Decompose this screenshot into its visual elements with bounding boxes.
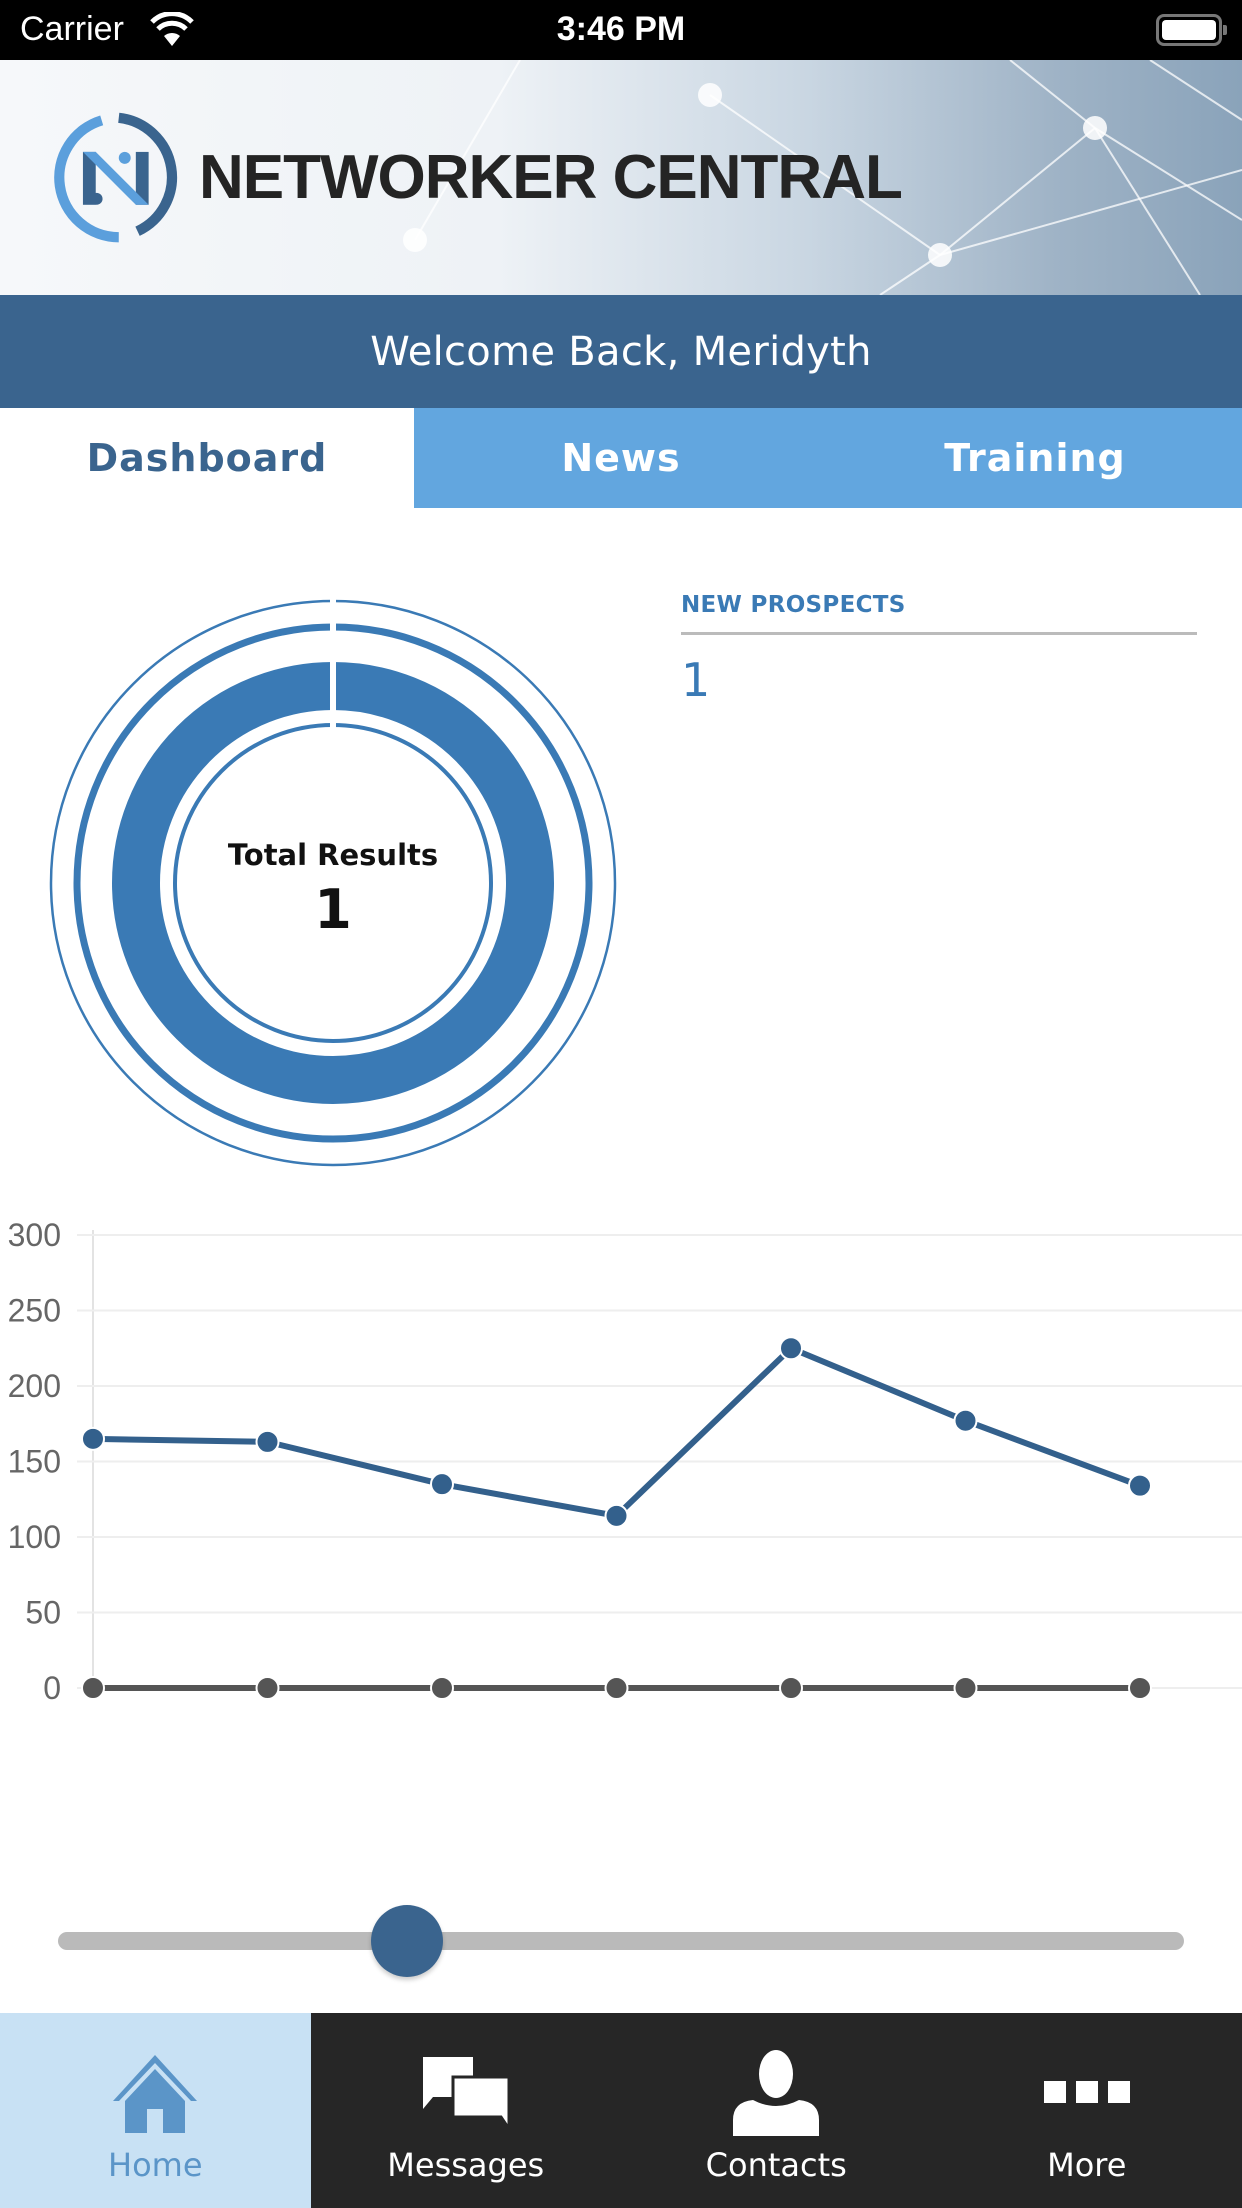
line-chart-svg: 0 50 100 150 200 250 300 [8, 1217, 1242, 1706]
data-point-series-2 [1128, 1676, 1152, 1700]
y-tick-label: 200 [8, 1368, 61, 1404]
welcome-banner: Welcome Back, Meridyth [0, 295, 1242, 408]
new-prospects-value[interactable]: 1 [681, 653, 1197, 707]
y-tick-label: 0 [43, 1670, 61, 1706]
data-point-series-1 [255, 1429, 280, 1454]
nav-home-label: Home [108, 2146, 203, 2184]
clock: 3:46 PM [556, 10, 686, 48]
data-point-series-1 [430, 1472, 454, 1497]
nav-contacts[interactable]: Contacts [621, 2013, 932, 2208]
data-point-series-2 [81, 1676, 105, 1700]
nav-home[interactable]: Home [0, 2013, 311, 2208]
line-chart: 0 50 100 150 200 250 300 [0, 1200, 1242, 1780]
y-tick-label: 300 [8, 1217, 61, 1253]
logo-mark-icon [54, 112, 178, 243]
data-point-series-2 [430, 1676, 454, 1700]
data-point-series-2 [604, 1676, 629, 1700]
status-bar: Carrier 3:46 PM [0, 0, 1242, 60]
slider-thumb[interactable] [371, 1905, 444, 1977]
slider-track[interactable] [58, 1932, 1184, 1950]
total-results-donut: Total Results 1 [48, 598, 618, 1168]
y-tick-label: 250 [8, 1293, 61, 1329]
nav-contacts-label: Contacts [705, 2146, 847, 2184]
y-tick-label: 150 [8, 1444, 61, 1480]
brand-name: NETWORKER CENTRAL [199, 143, 903, 212]
more-icon [1043, 2081, 1130, 2103]
data-point-series-1 [953, 1408, 978, 1433]
new-prospects-title: NEW PROSPECTS [681, 592, 1197, 635]
nav-messages-label: Messages [387, 2146, 545, 2184]
nav-more-label: More [1047, 2146, 1127, 2184]
range-slider[interactable] [58, 1900, 1184, 1980]
series-line-series-1 [92, 1345, 1142, 1519]
tab-dashboard[interactable]: Dashboard [0, 408, 414, 508]
data-point-series-2 [779, 1676, 803, 1700]
networker-central-logo: NETWORKER CENTRAL [42, 105, 903, 250]
messages-icon [422, 2057, 509, 2129]
contact-person-icon [733, 2050, 820, 2136]
y-tick-label: 100 [8, 1519, 61, 1555]
data-point-series-1 [81, 1426, 105, 1451]
new-prospects-panel: NEW PROSPECTS 1 [681, 592, 1197, 707]
total-results-value: 1 [314, 878, 352, 941]
y-tick-label: 50 [25, 1595, 61, 1631]
total-results-label: Total Results [227, 838, 439, 872]
tab-news[interactable]: News [414, 408, 828, 508]
bottom-nav: Home Messages Contacts More [0, 2013, 1242, 2208]
data-point-series-2 [953, 1676, 978, 1700]
nav-more[interactable]: More [932, 2013, 1242, 2208]
data-point-series-1 [1128, 1473, 1152, 1498]
data-point-series-1 [779, 1336, 803, 1361]
nav-messages[interactable]: Messages [311, 2013, 622, 2208]
tab-training[interactable]: Training [828, 408, 1242, 508]
home-icon [113, 2055, 198, 2133]
data-point-series-1 [604, 1503, 629, 1528]
data-point-series-2 [255, 1676, 280, 1700]
battery-icon [1156, 14, 1227, 46]
donut-gap [330, 598, 336, 748]
header-banner: NETWORKER CENTRAL [0, 60, 1242, 295]
section-tabs: Dashboard News Training [0, 408, 1242, 508]
